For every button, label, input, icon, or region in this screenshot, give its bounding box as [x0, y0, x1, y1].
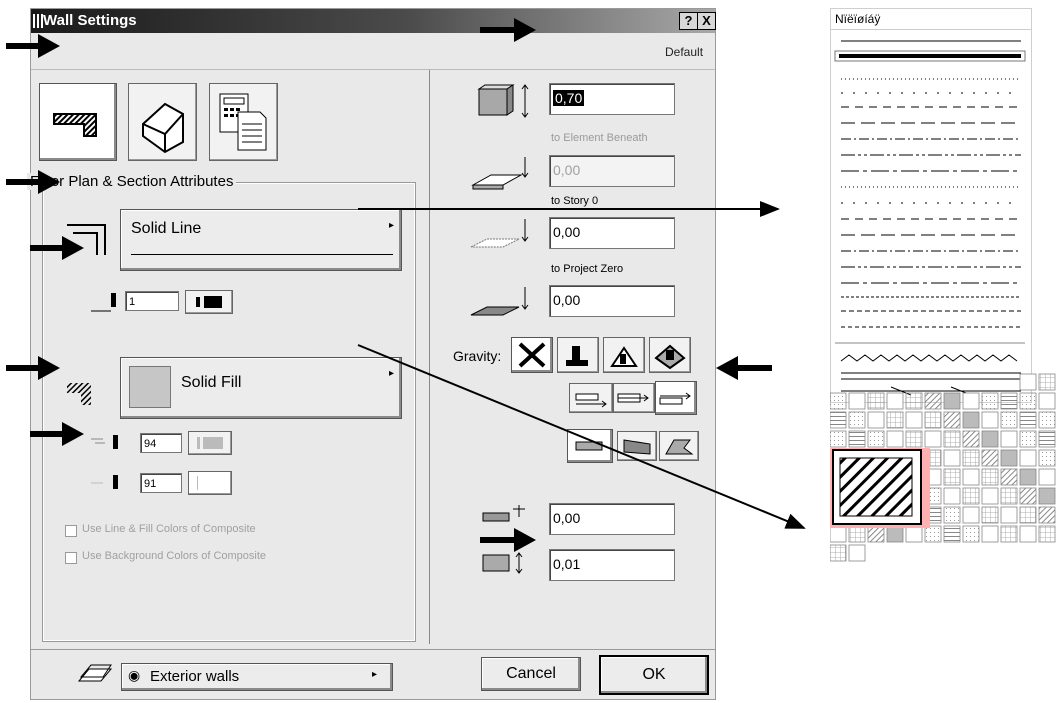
arrow-left-icon: [716, 356, 772, 380]
arrow-right-icon: [480, 18, 536, 42]
annotation-layer: [357, 201, 806, 529]
arrow-right-icon: [6, 170, 60, 194]
arrow-right-icon: [30, 236, 84, 260]
arrow-right-icon: [30, 422, 84, 446]
arrow-right-icon: [6, 356, 60, 380]
arrow-right-icon: [480, 528, 536, 552]
arrow-right-icon: [6, 34, 60, 58]
